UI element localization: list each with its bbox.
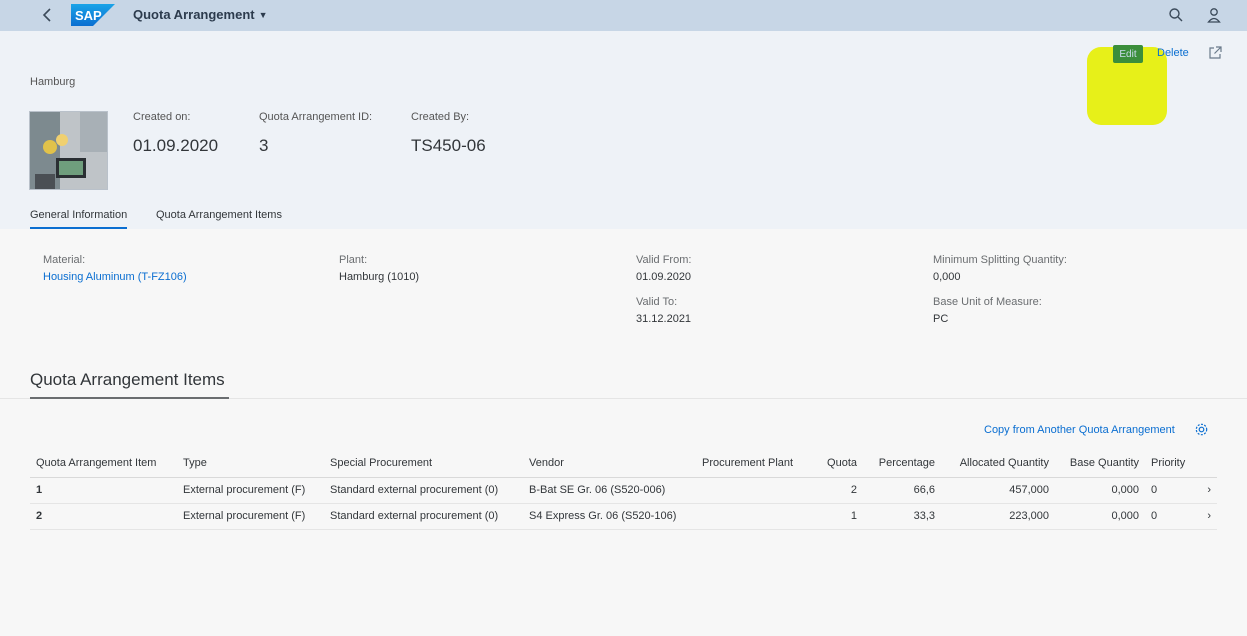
tab-general-information[interactable]: General Information [30,209,128,229]
created-by-value: TS450-06 [411,136,486,155]
chevron-right-icon[interactable]: › [1197,477,1217,504]
valid-to-field: Valid To: 31.12.2021 [636,296,691,325]
col-header-quota[interactable]: Quota [813,450,863,478]
cell-base-quantity: 0,000 [1055,503,1145,530]
cell-item: 2 [30,503,177,530]
col-header-allocated-quantity[interactable]: Allocated Quantity [941,450,1055,478]
created-by-field: Created By: TS450-06 [411,111,486,156]
object-header: Hamburg Created on: 01.09.2020 Quota Arr… [0,31,1247,229]
cell-allocated-quantity: 223,000 [941,503,1055,530]
copy-quota-arrangement-link[interactable]: Copy from Another Quota Arrangement [984,424,1175,436]
cell-percentage: 33,3 [863,503,941,530]
col-header-base-quantity[interactable]: Base Quantity [1055,450,1145,478]
table-row[interactable]: 1 External procurement (F) Standard exte… [30,477,1217,504]
section-title: Quota Arrangement Items [30,370,225,389]
base-uom-label: Base Unit of Measure: [933,296,1042,308]
material-label: Material: [43,254,86,266]
col-header-priority[interactable]: Priority [1145,450,1197,478]
cell-item: 1 [30,477,177,504]
shell-bar: SAP Quota Arrangement ▼ [0,0,1247,31]
object-content: Material: Housing Aluminum (T-FZ106) Pla… [0,229,1247,636]
tab-bar: General Information Quota Arrangement It… [0,209,1247,229]
cell-type: External procurement (F) [177,503,324,530]
cell-base-quantity: 0,000 [1055,477,1145,504]
created-on-label: Created on: [133,111,191,123]
breadcrumb[interactable]: Hamburg [30,76,75,88]
cell-procurement-plant [696,477,813,504]
col-header-type[interactable]: Type [177,450,324,478]
caret-down-icon: ▼ [258,9,268,20]
min-split-field: Minimum Splitting Quantity: 0,000 [933,254,1067,283]
chevron-right-icon[interactable]: › [1197,503,1217,530]
min-split-value: 0,000 [933,271,961,283]
cell-vendor-link[interactable]: S4 Express Gr. 06 (S520-106) [523,503,696,530]
plant-value: Hamburg (1010) [339,271,420,283]
table-row[interactable]: 2 External procurement (F) Standard exte… [30,503,1217,530]
col-header-item[interactable]: Quota Arrangement Item [30,450,177,478]
quota-id-value: 3 [259,136,269,155]
app-title: Quota Arrangement [133,7,255,22]
cell-priority: 0 [1145,477,1197,504]
user-icon[interactable] [1205,6,1223,24]
created-by-label: Created By: [411,111,470,123]
sap-logo[interactable]: SAP [71,4,115,26]
valid-from-value: 01.09.2020 [636,271,692,283]
valid-to-value: 31.12.2021 [636,313,692,325]
created-on-field: Created on: 01.09.2020 [133,111,218,156]
col-header-vendor[interactable]: Vendor [523,450,696,478]
cell-special-procurement: Standard external procurement (0) [324,477,523,504]
base-uom-field: Base Unit of Measure: PC [933,296,1042,325]
cell-special-procurement: Standard external procurement (0) [324,503,523,530]
tab-quota-arrangement-items[interactable]: Quota Arrangement Items [156,209,282,227]
cell-quota: 1 [813,503,863,530]
logo-text: SAP [75,8,102,23]
gear-icon[interactable] [1194,422,1209,437]
quota-id-label: Quota Arrangement ID: [259,111,373,123]
cell-percentage: 66,6 [863,477,941,504]
col-header-procurement-plant[interactable]: Procurement Plant [696,450,813,478]
created-on-value: 01.09.2020 [133,136,219,155]
valid-from-label: Valid From: [636,254,692,266]
valid-to-label: Valid To: [636,296,678,308]
cell-procurement-plant [696,503,813,530]
search-icon[interactable] [1167,6,1185,24]
delete-button[interactable]: Delete [1157,47,1189,59]
base-uom-value: PC [933,313,949,325]
material-link[interactable]: Housing Aluminum (T-FZ106) [43,271,187,283]
col-header-special-procurement[interactable]: Special Procurement [324,450,523,478]
back-icon[interactable] [38,6,58,24]
plant-field: Plant: Hamburg (1010) [339,254,419,283]
edit-button[interactable]: Edit [1113,45,1143,63]
quota-id-field: Quota Arrangement ID: 3 [259,111,372,156]
cell-priority: 0 [1145,503,1197,530]
valid-from-field: Valid From: 01.09.2020 [636,254,691,283]
share-icon[interactable] [1207,45,1223,61]
table-header-row: Quota Arrangement Item Type Special Proc… [30,450,1217,478]
col-header-percentage[interactable]: Percentage [863,450,941,478]
object-image [29,111,108,190]
min-split-label: Minimum Splitting Quantity: [933,254,1067,266]
quota-items-table: Quota Arrangement Item Type Special Proc… [30,450,1217,530]
cell-quota: 2 [813,477,863,504]
plant-label: Plant: [339,254,368,266]
cell-type: External procurement (F) [177,477,324,504]
cell-allocated-quantity: 457,000 [941,477,1055,504]
material-field: Material: Housing Aluminum (T-FZ106) [43,254,187,283]
cell-vendor-link[interactable]: B-Bat SE Gr. 06 (S520-006) [523,477,696,504]
app-title-menu[interactable]: Quota Arrangement ▼ [133,7,268,22]
section-underline [30,397,229,399]
col-header-nav [1197,450,1217,478]
